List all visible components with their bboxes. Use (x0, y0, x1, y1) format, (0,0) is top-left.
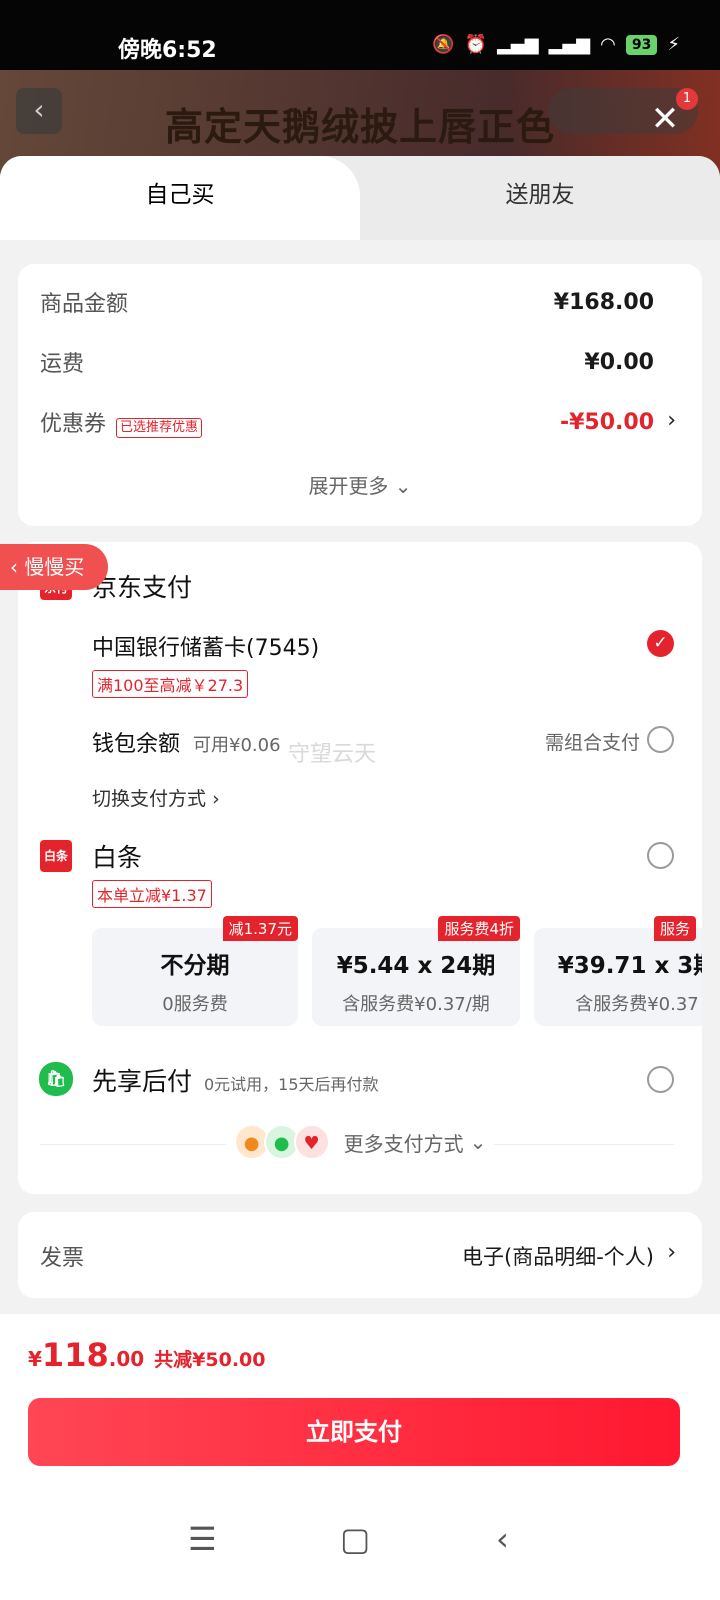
total-decimal: .00 (108, 1347, 145, 1371)
alarm-icon: ⏰ (464, 34, 488, 55)
signal-icon-2: ▂▄▆ (548, 34, 591, 55)
wallet-radio[interactable] (647, 726, 674, 753)
chevron-down-icon: ⌄ (469, 1130, 487, 1154)
installment-plan-none[interactable]: 减1.37元 不分期 0服务费 (92, 916, 298, 1026)
wallet-note: 需组合支付 (544, 732, 640, 754)
slow-buy-label: 慢慢买 (24, 555, 85, 579)
chevron-right-icon[interactable]: › (667, 408, 676, 433)
installment-plan-24[interactable]: 服务费4折 ¥5.44 x 24期 含服务费¥0.37/期 (312, 916, 520, 1026)
plan-sub: 0服务费 (162, 994, 228, 1015)
plan-main: ¥5.44 x 24期 (336, 953, 496, 979)
invoice-label: 发票 (40, 1246, 85, 1271)
payment-card: 东付 京东支付 中国银行储蓄卡(7545) ✓ 满100至高减￥27.3 钱包余… (18, 542, 702, 1194)
baitiao-logo-icon: 白条 (40, 840, 72, 872)
coupon-value: -¥50.00 (559, 409, 654, 435)
wallet-label: 钱包余额 (92, 732, 181, 757)
xianxiang-title: 先享后付 (92, 1067, 193, 1096)
back-nav-icon[interactable]: ‹ (496, 1520, 509, 1558)
bank-card-label[interactable]: 中国银行储蓄卡(7545) (92, 630, 319, 662)
expand-more-button[interactable]: 展开更多 ⌄ (18, 470, 702, 499)
goods-value: ¥168.00 (553, 289, 654, 315)
status-time: 傍晚6:52 (118, 38, 217, 63)
chevron-right-icon: › (212, 788, 220, 810)
chevron-left-icon: ‹ (10, 555, 25, 579)
plan-ribbon: 减1.37元 (222, 916, 298, 941)
checkout-footer: ¥ 118 .00 共减¥50.00 立即支付 ☰ ▢ ‹ (0, 1314, 720, 1600)
chevron-right-icon[interactable]: › (667, 1240, 676, 1265)
installment-plan-3[interactable]: 服务 ¥39.71 x 3期 含服务费¥0.37 (534, 916, 702, 1026)
installment-clip: 服务 ¥39.71 x 3期 含服务费¥0.37 (534, 916, 702, 1028)
battery-icon: 93 (625, 34, 658, 55)
coupon-label: 优惠券 (40, 412, 107, 437)
baitiao-title[interactable]: 白条 (92, 838, 142, 874)
coupon-tag: 已选推荐优惠 (116, 418, 203, 438)
bank-promo-text: 满100至高减￥27.3 (92, 670, 249, 698)
status-icons: 🔕 ⏰ ▂▄▆ ▂▄▆ ◠ 93 ⚡ (432, 34, 680, 55)
pay-now-button[interactable]: 立即支付 (28, 1398, 680, 1466)
tab-bar: 送朋友 自己买 (0, 156, 720, 240)
total-integer: 118 (41, 1336, 109, 1374)
plan-sub: 含服务费¥0.37 (575, 994, 699, 1015)
shopping-bag-icon: 🛍 (39, 1062, 73, 1096)
heart-pay-icon: ♥ (293, 1124, 330, 1160)
signal-icon: ▂▄▆ (497, 34, 539, 55)
bank-promo-tag: 满100至高减￥27.3 (92, 670, 249, 698)
baitiao-promo-tag: 本单立减¥1.37 (92, 880, 212, 908)
invoice-card[interactable]: 发票 电子(商品明细-个人) › (18, 1212, 702, 1298)
switch-payment-link[interactable]: 切换支付方式 › (92, 784, 220, 811)
plan-ribbon: 服务 (654, 916, 697, 941)
more-payment-button[interactable]: ● ● ♥ 更多支付方式 ⌄ (18, 1124, 702, 1160)
mute-icon: 🔕 (432, 34, 455, 55)
more-payment-label: 更多支付方式 (343, 1131, 464, 1156)
shipping-row: 运费 ¥0.00 (40, 346, 654, 378)
total-price: ¥ 118 .00 共减¥50.00 (28, 1336, 265, 1374)
currency-symbol: ¥ (28, 1347, 42, 1371)
tab-self[interactable]: 自己买 (0, 156, 360, 240)
total-discount: 共减¥50.00 (154, 1349, 266, 1371)
tab-gift[interactable]: 送朋友 (360, 156, 720, 240)
expand-more-label: 展开更多 (308, 474, 389, 498)
invoice-value: 电子(商品明细-个人) (462, 1245, 654, 1269)
bank-card-radio[interactable]: ✓ (647, 630, 674, 657)
switch-payment-label: 切换支付方式 (92, 788, 207, 810)
close-icon[interactable]: ✕ (648, 102, 682, 138)
back-icon[interactable]: ‹ (16, 88, 62, 134)
watermark: 守望云天 (288, 742, 377, 767)
xianxiang-desc: 0元试用，15天后再付款 (203, 1075, 379, 1094)
xianxiang-radio[interactable] (647, 1066, 674, 1093)
wallet-row[interactable]: 钱包余额 可用¥0.06 (92, 726, 281, 758)
goods-label: 商品金额 (40, 292, 129, 317)
plan-sub: 含服务费¥0.37/期 (342, 994, 490, 1015)
chevron-down-icon: ⌄ (394, 474, 412, 498)
plan-ribbon: 服务费4折 (438, 916, 520, 941)
shipping-label: 运费 (40, 352, 85, 377)
wifi-icon: ◠ (600, 34, 616, 55)
plan-main: ¥39.71 x 3期 (557, 953, 702, 979)
shipping-value: ¥0.00 (584, 349, 654, 375)
xianxiang-row[interactable]: 先享后付 0元试用，15天后再付款 (92, 1062, 379, 1098)
plan-main: 不分期 (160, 953, 230, 979)
price-summary-card: 商品金额 ¥168.00 运费 ¥0.00 优惠券 已选推荐优惠 -¥50.00 … (18, 264, 702, 526)
baitiao-promo-text: 本单立减¥1.37 (92, 880, 212, 908)
menu-icon[interactable]: ☰ (188, 1520, 217, 1558)
baitiao-radio[interactable] (647, 842, 674, 869)
home-icon[interactable]: ▢ (340, 1520, 370, 1558)
system-nav-bar: ☰ ▢ ‹ (0, 1494, 720, 1594)
invoice-row: 发票 电子(商品明细-个人) (40, 1240, 654, 1272)
coupon-row[interactable]: 优惠券 已选推荐优惠 -¥50.00 (40, 406, 654, 438)
charging-icon: ⚡ (667, 34, 680, 55)
goods-row: 商品金额 ¥168.00 (40, 286, 654, 318)
slow-buy-button[interactable]: ‹ 慢慢买 (0, 544, 108, 590)
status-bar: 傍晚6:52 🔕 ⏰ ▂▄▆ ▂▄▆ ◠ 93 ⚡ (0, 0, 720, 70)
wallet-available: 可用¥0.06 (193, 735, 281, 756)
